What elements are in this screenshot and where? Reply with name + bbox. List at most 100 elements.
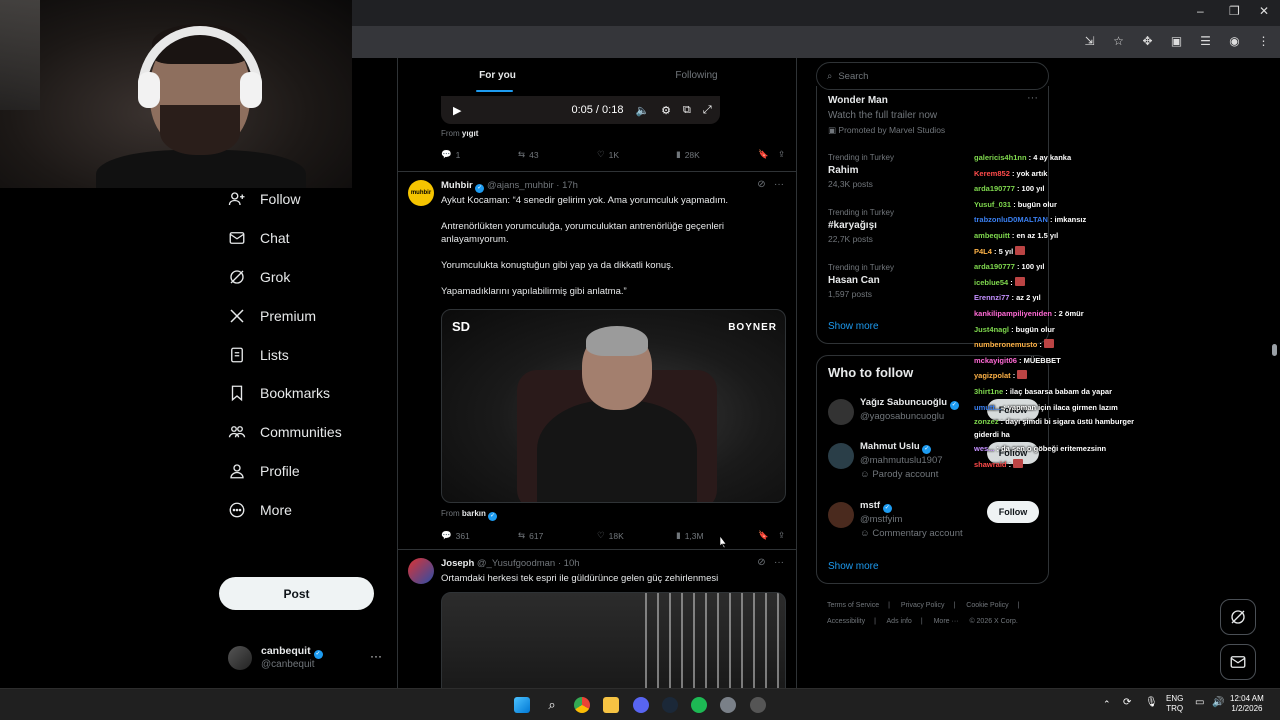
- views-button[interactable]: ▮ 28K: [676, 149, 758, 160]
- source-link[interactable]: yıgıt: [462, 129, 478, 138]
- left-navigation: Follow Chat Grok Premium Lists Bookmarks…: [218, 180, 388, 529]
- footer-link-ads[interactable]: Ads info: [887, 618, 912, 625]
- account-switcher[interactable]: canbequit ✓ @canbequit ···: [228, 644, 388, 674]
- bookmark-star-icon[interactable]: ☆: [1110, 33, 1127, 50]
- search-icon[interactable]: ⌕: [544, 697, 560, 713]
- tweet-time[interactable]: · 17h: [556, 180, 578, 191]
- file-explorer-icon[interactable]: [603, 697, 619, 713]
- nav-label: Communities: [260, 424, 342, 441]
- settings-icon[interactable]: [720, 697, 736, 713]
- settings-gear-icon[interactable]: ⚙: [661, 104, 671, 117]
- scrollbar-thumb[interactable]: [1272, 344, 1277, 356]
- show-more-follow[interactable]: Show more: [828, 561, 879, 572]
- author-name[interactable]: Joseph: [441, 558, 474, 569]
- chat-message: Just4nagl : bugün olur: [974, 322, 1174, 338]
- profile-icon[interactable]: ◉: [1226, 33, 1243, 50]
- browser-menu-icon[interactable]: ⋮: [1255, 33, 1272, 50]
- messages-floating-button[interactable]: [1220, 644, 1256, 680]
- tweet[interactable]: Joseph @_Yusufgoodman · 10h ⊘ ··· Ortamd…: [398, 549, 796, 688]
- share-button[interactable]: ⇪: [778, 149, 785, 160]
- language-indicator[interactable]: ENG TRQ: [1166, 694, 1183, 714]
- author-handle[interactable]: @_Yusufgoodman: [477, 558, 555, 569]
- avatar: [828, 502, 854, 528]
- chat-username: iceblue54: [974, 277, 1009, 287]
- display-icon[interactable]: ▭: [1195, 698, 1204, 708]
- nav-grok[interactable]: Grok: [218, 258, 388, 297]
- nav-profile[interactable]: Profile: [218, 452, 388, 491]
- fullscreen-icon[interactable]: ⤢: [703, 104, 712, 117]
- play-icon[interactable]: ▶: [453, 104, 461, 117]
- footer-link-accessibility[interactable]: Accessibility: [827, 618, 865, 625]
- grok-floating-button[interactable]: [1220, 599, 1256, 635]
- repost-button[interactable]: ⇆ 43: [518, 149, 597, 160]
- nav-premium[interactable]: Premium: [218, 296, 388, 335]
- reply-button[interactable]: 💬 1: [441, 149, 518, 160]
- follow-button[interactable]: Follow: [987, 501, 1039, 523]
- extensions-icon[interactable]: ✥: [1139, 33, 1156, 50]
- spotify-icon[interactable]: [691, 697, 707, 713]
- discord-icon[interactable]: [633, 697, 649, 713]
- more-icon[interactable]: ···: [774, 557, 784, 568]
- author-name[interactable]: Muhbir: [441, 180, 473, 191]
- chrome-icon[interactable]: [574, 697, 590, 713]
- picture-in-picture-icon[interactable]: ⧉: [683, 104, 691, 117]
- source-link[interactable]: barkın: [462, 509, 486, 518]
- tweet-time[interactable]: · 10h: [558, 558, 580, 569]
- tray-chevron-icon[interactable]: ⌃: [1103, 699, 1111, 709]
- bookmark-icon: [231, 385, 243, 402]
- views-button[interactable]: ▮ 1,3M: [676, 530, 758, 541]
- chat-username: P4L4: [974, 246, 992, 256]
- steam-icon[interactable]: [662, 697, 678, 713]
- app-icon[interactable]: [750, 697, 766, 713]
- more-icon[interactable]: ···: [774, 179, 784, 190]
- like-button[interactable]: ♡ 18K: [597, 530, 676, 541]
- bookmark-button[interactable]: 🔖: [758, 149, 778, 160]
- like-button[interactable]: ♡ 1K: [597, 149, 676, 160]
- nav-chat[interactable]: Chat: [218, 219, 388, 258]
- repost-button[interactable]: ⇆ 617: [518, 530, 597, 541]
- author-handle[interactable]: @ajans_muhbir: [487, 180, 554, 191]
- tweet-video[interactable]: [441, 592, 786, 688]
- nav-bookmarks[interactable]: Bookmarks: [218, 374, 388, 413]
- network-icon[interactable]: ⟳: [1123, 698, 1131, 708]
- grok-icon[interactable]: ⊘: [757, 179, 765, 190]
- footer-link-privacy[interactable]: Privacy Policy: [901, 602, 945, 609]
- post-button[interactable]: Post: [219, 577, 374, 610]
- minimize-button[interactable]: –: [1197, 4, 1204, 18]
- maximize-button[interactable]: ❐: [1229, 4, 1240, 18]
- show-more-trends[interactable]: Show more: [828, 321, 879, 332]
- volume-icon[interactable]: 🔈: [635, 104, 649, 117]
- footer-link-more[interactable]: More ···: [934, 618, 959, 625]
- nav-communities[interactable]: Communities: [218, 413, 388, 452]
- footer-link-terms[interactable]: Terms of Service: [827, 602, 879, 609]
- volume-icon[interactable]: 🔊: [1212, 698, 1224, 708]
- clock[interactable]: 12:04 AM 1/2/2026: [1230, 694, 1264, 714]
- tab-following[interactable]: Following: [597, 58, 796, 92]
- reading-list-icon[interactable]: ☰: [1197, 33, 1214, 50]
- install-app-icon[interactable]: ⇲: [1081, 33, 1098, 50]
- views-chart-icon: ▮: [676, 530, 681, 540]
- nav-more[interactable]: More: [218, 490, 388, 529]
- reply-button[interactable]: 💬 361: [441, 530, 518, 541]
- more-icon[interactable]: ···: [1027, 92, 1038, 104]
- microphone-icon[interactable]: 🎙: [1145, 698, 1158, 708]
- nav-lists[interactable]: Lists: [218, 335, 388, 374]
- share-button[interactable]: ⇪: [778, 530, 785, 541]
- windows-start-icon[interactable]: [514, 697, 530, 713]
- account-more-icon[interactable]: ···: [370, 649, 382, 663]
- avatar[interactable]: muhbir: [408, 180, 434, 206]
- scrollbar[interactable]: [1270, 58, 1280, 688]
- chat-text: : 4 ay kanka: [1026, 153, 1072, 162]
- avatar[interactable]: [408, 558, 434, 584]
- split-view-icon[interactable]: ▣: [1168, 33, 1185, 50]
- tweet-video[interactable]: SD BOYNER: [441, 309, 786, 503]
- bookmark-button[interactable]: 🔖: [758, 530, 778, 541]
- tweet[interactable]: muhbir Muhbir ✓ @ajans_muhbir · 17h ⊘ ··…: [398, 171, 796, 549]
- grok-icon[interactable]: ⊘: [757, 557, 765, 568]
- footer-link-cookie[interactable]: Cookie Policy: [966, 602, 1008, 609]
- ad-title[interactable]: Wonder Man: [828, 95, 888, 106]
- nav-follow[interactable]: Follow: [218, 180, 388, 219]
- tweet-tools: ⊘ ···: [757, 179, 784, 190]
- tab-for-you[interactable]: For you: [398, 58, 597, 92]
- close-window-button[interactable]: ✕: [1259, 4, 1269, 18]
